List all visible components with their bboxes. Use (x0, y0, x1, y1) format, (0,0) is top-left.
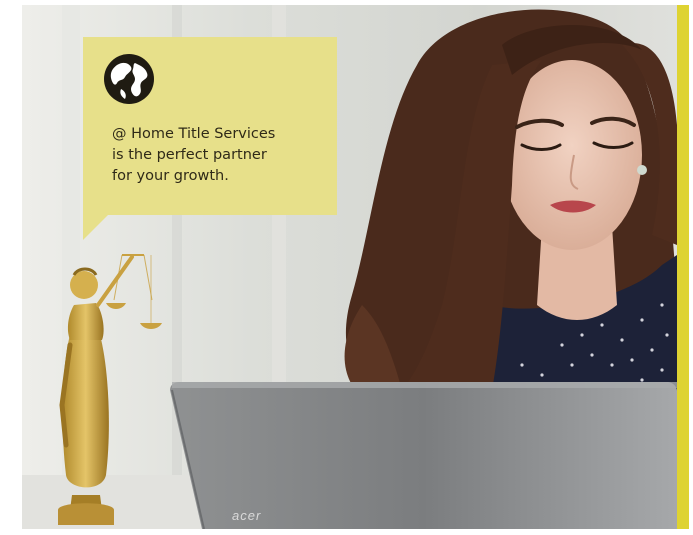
accent-bar (677, 5, 689, 529)
callout-line-2: is the perfect partner (112, 147, 267, 163)
callout-text: @ Home Title Services is the perfect par… (112, 124, 322, 187)
callout-line-3: for your growth. (112, 168, 229, 184)
callout-line-1: @ Home Title Services (112, 126, 276, 142)
callout-tail (83, 214, 109, 240)
laptop-brand-logo: acer (232, 508, 262, 523)
banner: @ Home Title Services is the perfect par… (0, 0, 693, 535)
globe-icon (103, 53, 155, 105)
